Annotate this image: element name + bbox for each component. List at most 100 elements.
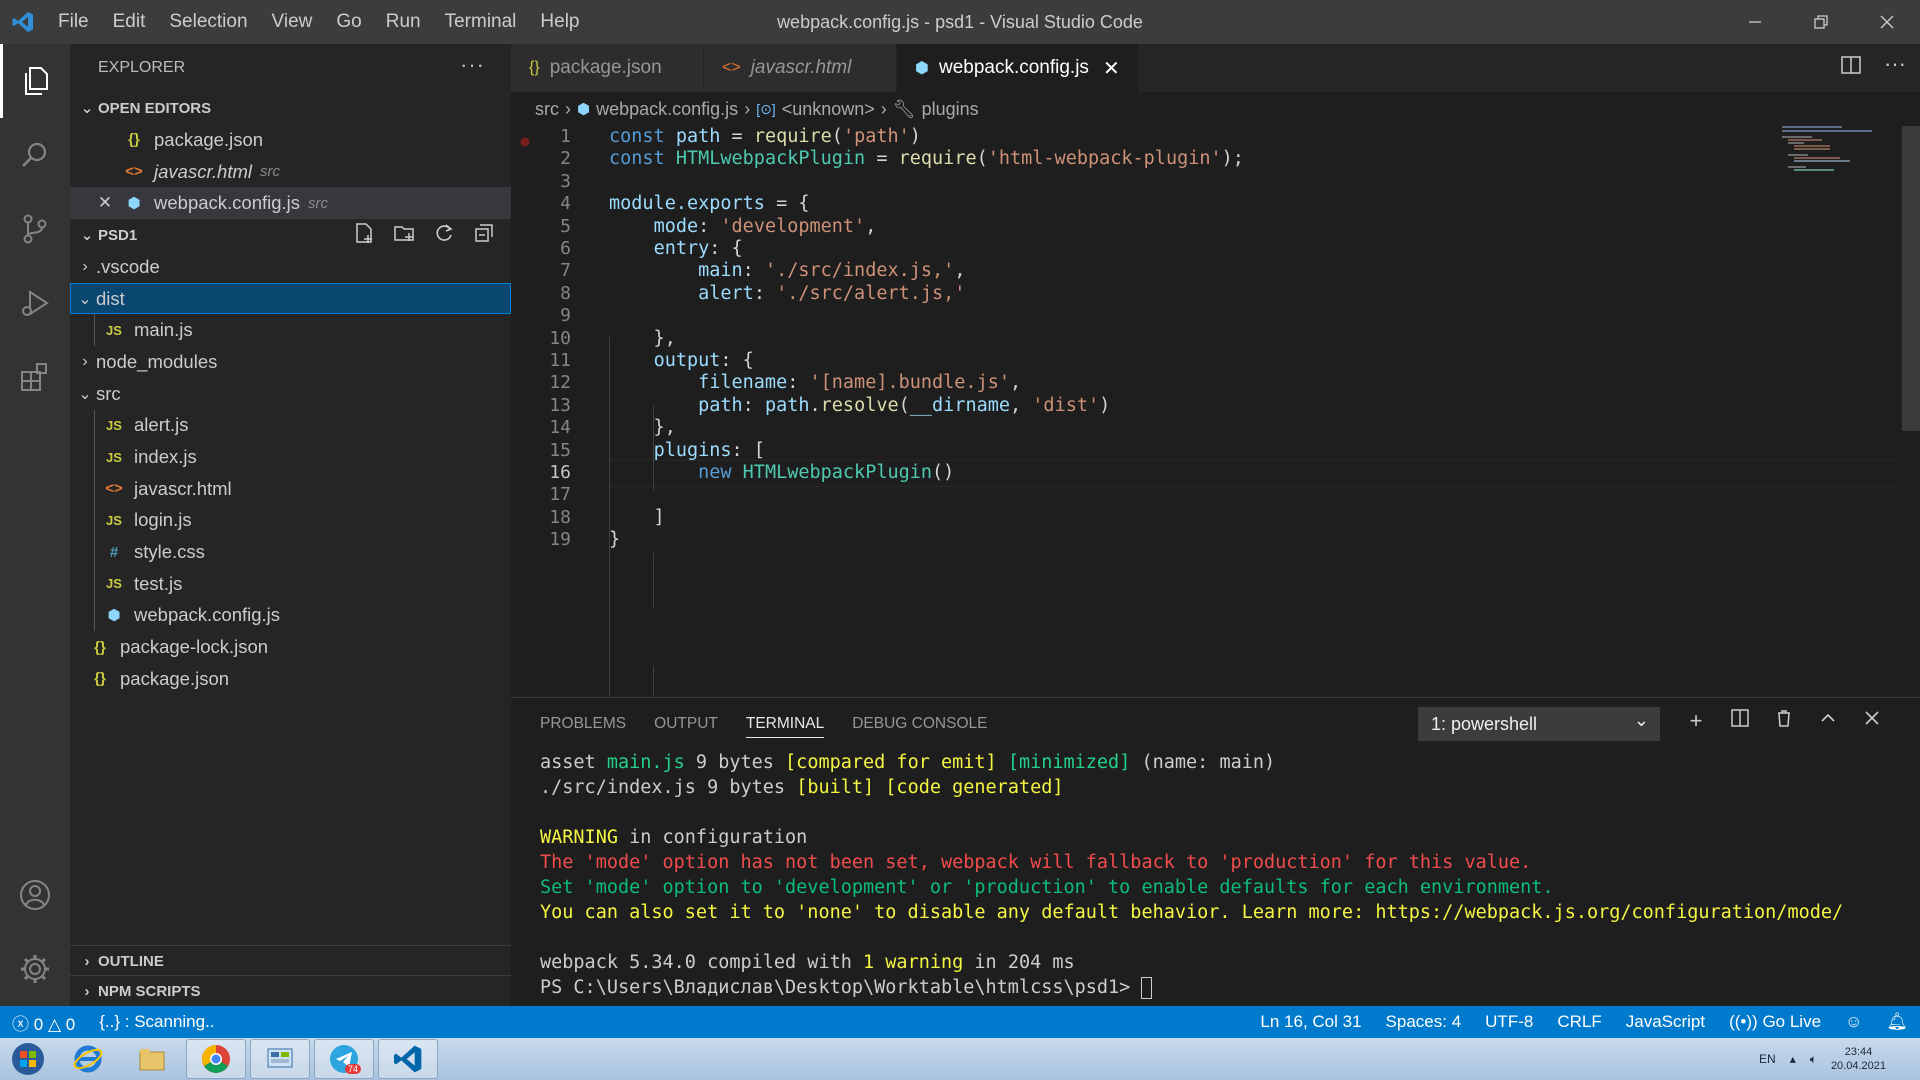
- breadcrumb-item[interactable]: <unknown>: [782, 99, 875, 120]
- breadcrumb-item[interactable]: src: [535, 99, 559, 120]
- gear-icon[interactable]: [0, 932, 70, 1006]
- tree-item-file[interactable]: JS test.js: [70, 567, 511, 600]
- project-section[interactable]: ⌄ PSD1: [70, 219, 511, 251]
- control-panel-icon[interactable]: [250, 1039, 310, 1079]
- explorer-icon[interactable]: [0, 44, 70, 118]
- breadcrumb-item[interactable]: plugins: [922, 99, 979, 120]
- menu-file[interactable]: File: [46, 0, 101, 44]
- refresh-icon[interactable]: [431, 222, 457, 248]
- clock[interactable]: 23:44 20.04.2021: [1831, 1045, 1886, 1073]
- more-actions-icon[interactable]: ···: [1884, 53, 1906, 81]
- tree-item-file[interactable]: ⬢ webpack.config.js: [70, 599, 511, 632]
- tree-item-file[interactable]: # style.css: [70, 536, 511, 568]
- search-icon[interactable]: [0, 118, 70, 192]
- outline-section[interactable]: › OUTLINE: [70, 945, 511, 976]
- npm-scripts-section[interactable]: › NPM SCRIPTS: [70, 975, 511, 1006]
- tree-item-file[interactable]: <> javascr.html: [70, 472, 511, 505]
- terminal-output[interactable]: asset main.js 9 bytes [compared for emit…: [540, 750, 1910, 1000]
- tab-webpack-config[interactable]: ⬢ webpack.config.js ✕: [897, 44, 1139, 92]
- extensions-icon[interactable]: [0, 340, 70, 414]
- go-live-button[interactable]: ((•)) Go Live: [1717, 1012, 1833, 1032]
- tab-debug-console[interactable]: DEBUG CONSOLE: [852, 698, 987, 750]
- code-line: entry: {: [653, 238, 743, 259]
- run-debug-icon[interactable]: [0, 266, 70, 340]
- tree-item-file[interactable]: JS alert.js: [70, 409, 511, 442]
- file-name: javascr.html: [134, 477, 232, 499]
- open-editor-item[interactable]: {} package.json: [70, 124, 511, 156]
- tree-item-folder-selected[interactable]: ⌄ dist: [70, 282, 511, 315]
- menu-run[interactable]: Run: [374, 0, 433, 44]
- new-file-icon[interactable]: [351, 222, 377, 248]
- scanning-status[interactable]: {..} : Scanning..: [87, 1012, 226, 1032]
- tree-item-folder[interactable]: › .vscode: [70, 251, 511, 283]
- new-terminal-icon[interactable]: +: [1683, 708, 1709, 734]
- tree-item-file[interactable]: JS index.js: [70, 441, 511, 473]
- internet-explorer-icon[interactable]: [58, 1039, 118, 1079]
- new-folder-icon[interactable]: [391, 222, 417, 248]
- chrome-icon[interactable]: [186, 1039, 246, 1079]
- minimap[interactable]: [1782, 126, 1902, 186]
- accounts-icon[interactable]: [0, 858, 70, 932]
- trash-icon[interactable]: [1771, 708, 1797, 734]
- bottom-panel: PROBLEMS OUTPUT TERMINAL DEBUG CONSOLE 1…: [511, 697, 1920, 1006]
- telegram-icon[interactable]: 74: [314, 1039, 374, 1079]
- close-window-button[interactable]: [1854, 0, 1920, 44]
- js-file-icon: JS: [106, 322, 122, 338]
- tree-item-folder[interactable]: ⌄ src: [70, 378, 511, 410]
- start-button[interactable]: [2, 1039, 54, 1079]
- tree-item-file[interactable]: JS login.js: [70, 504, 511, 537]
- close-icon[interactable]: [1859, 708, 1885, 734]
- volume-icon[interactable]: 🔈︎: [1810, 1052, 1817, 1067]
- end-of-line[interactable]: CRLF: [1545, 1012, 1613, 1032]
- restore-button[interactable]: [1788, 0, 1854, 44]
- tab-output[interactable]: OUTPUT: [654, 698, 718, 750]
- chevron-up-icon[interactable]: ▴: [1790, 1052, 1796, 1066]
- collapse-all-icon[interactable]: [471, 222, 497, 248]
- menu-view[interactable]: View: [260, 0, 325, 44]
- menu-selection[interactable]: Selection: [157, 0, 259, 44]
- menu-terminal[interactable]: Terminal: [433, 0, 529, 44]
- problems-status[interactable]: ⓧ 0 △ 0: [0, 1010, 87, 1035]
- close-icon[interactable]: ✕: [94, 193, 116, 213]
- code-editor[interactable]: 1 const path = require('path') 2 const HTML…: [511, 126, 1901, 757]
- tab-terminal[interactable]: TERMINAL: [745, 698, 825, 750]
- indentation[interactable]: Spaces: 4: [1374, 1012, 1474, 1032]
- open-editors-section[interactable]: ⌄ OPEN EDITORS: [70, 92, 511, 124]
- feedback-icon[interactable]: ☺: [1833, 1012, 1874, 1032]
- close-tab-icon[interactable]: ✕: [1103, 56, 1120, 81]
- encoding[interactable]: UTF-8: [1473, 1012, 1545, 1032]
- source-control-icon[interactable]: [0, 192, 70, 266]
- tab-package-json[interactable]: {} package.json: [511, 44, 704, 92]
- open-editor-item[interactable]: <> javascr.html src: [70, 156, 511, 188]
- tree-item-file[interactable]: {} package-lock.json: [70, 631, 511, 663]
- tab-problems[interactable]: PROBLEMS: [540, 698, 626, 750]
- tab-javascr-html[interactable]: <> javascr.html: [704, 44, 897, 92]
- editor-scrollbar[interactable]: [1902, 126, 1920, 431]
- breadcrumb-item[interactable]: webpack.config.js: [596, 99, 738, 120]
- tree-item-file[interactable]: JS main.js: [70, 314, 511, 347]
- tree-item-file[interactable]: {} package.json: [70, 663, 511, 695]
- chevron-up-icon[interactable]: [1815, 708, 1841, 734]
- split-terminal-icon[interactable]: [1727, 708, 1753, 734]
- chevron-down-icon: ⌄: [80, 227, 94, 245]
- bell-icon[interactable]: 🔔︎: [1874, 1012, 1920, 1032]
- language-indicator[interactable]: EN: [1759, 1052, 1776, 1066]
- vscode-taskbar-icon[interactable]: [378, 1039, 438, 1079]
- webpack-file-icon: ⬢: [127, 195, 141, 213]
- menu-help[interactable]: Help: [528, 0, 591, 44]
- terminal-select[interactable]: 1: powershell ⌄: [1418, 707, 1660, 741]
- title-bar: File Edit Selection View Go Run Terminal…: [0, 0, 1920, 44]
- tree-item-folder[interactable]: › node_modules: [70, 346, 511, 378]
- folder-name: src: [96, 382, 121, 404]
- broadcast-icon: ((•)): [1729, 1012, 1758, 1031]
- language-mode[interactable]: JavaScript: [1614, 1012, 1717, 1032]
- explorer-sidebar: EXPLORER ··· ⌄ OPEN EDITORS {} package.j…: [70, 44, 511, 1006]
- menu-edit[interactable]: Edit: [101, 0, 158, 44]
- minimize-button[interactable]: [1722, 0, 1788, 44]
- more-actions-icon[interactable]: ···: [460, 52, 485, 78]
- split-editor-icon[interactable]: [1840, 54, 1862, 81]
- file-explorer-icon[interactable]: [122, 1039, 182, 1079]
- cursor-position[interactable]: Ln 16, Col 31: [1248, 1012, 1373, 1032]
- menu-go[interactable]: Go: [324, 0, 373, 44]
- open-editor-item-active[interactable]: ✕ ⬢ webpack.config.js src: [70, 187, 511, 220]
